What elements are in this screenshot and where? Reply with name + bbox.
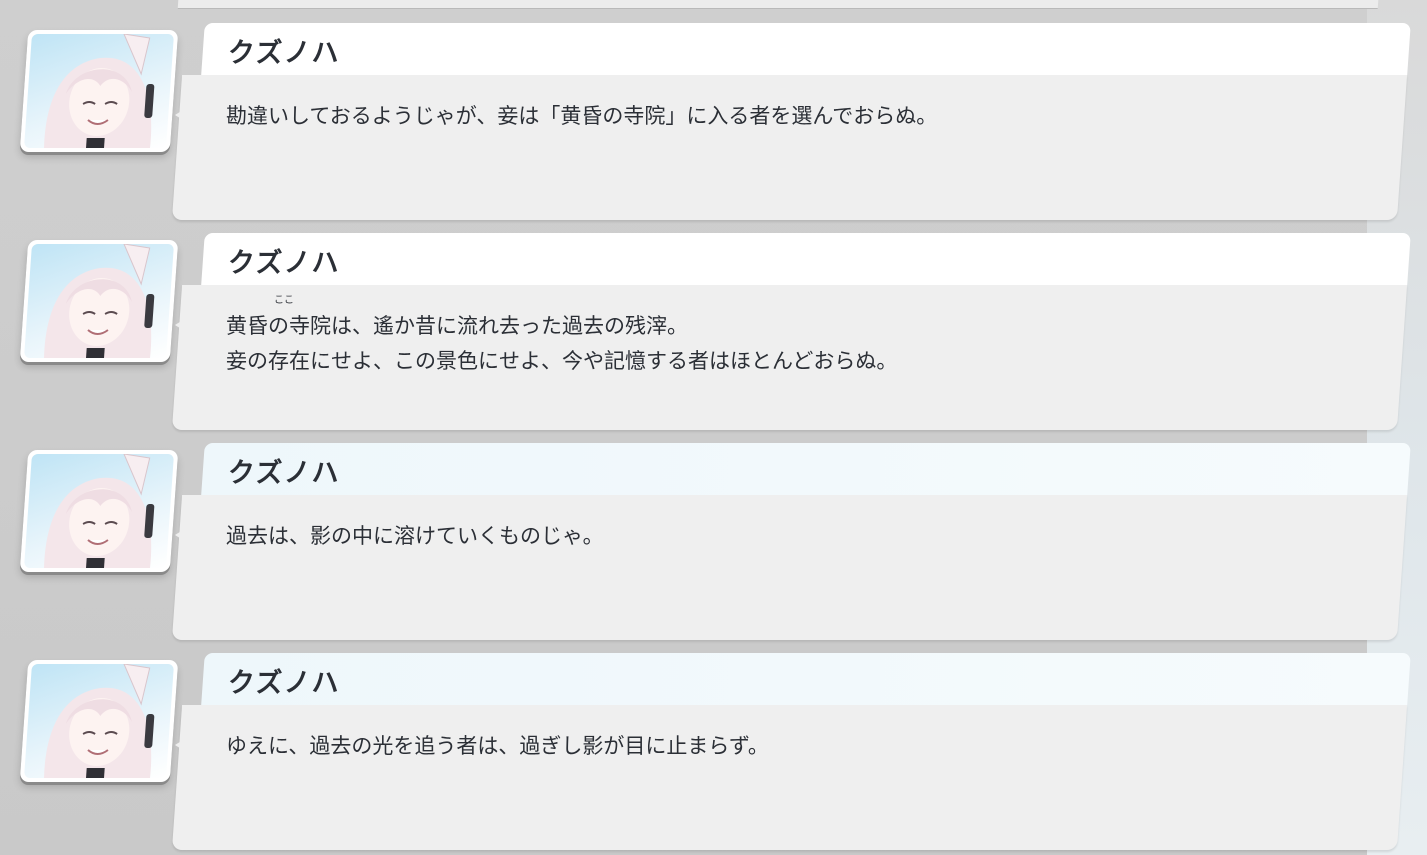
fox-girl-portrait-icon [44,664,155,778]
speaker-portrait [19,450,179,572]
log-entry[interactable]: クズノハ ここ 黄昏の寺院は、遙か昔に流れ去った過去の残滓。 妾の存在にせよ、こ… [0,233,1427,433]
previous-entry-edge [177,0,1379,9]
message-box [171,75,1408,220]
speaker-name-bar [201,233,1411,285]
message-line: 勘違いしておるようじゃが、妾は「黄昏の寺院」に入る者を選んでおらぬ。 [226,104,938,128]
speaker-name: クズノハ [228,458,340,489]
message-text: ここ 黄昏の寺院は、遙か昔に流れ去った過去の残滓。 妾の存在にせよ、この景色にせ… [226,296,898,379]
message-text: 過去は、影の中に溶けていくものじゃ。 [226,519,604,554]
message-line: 妾の存在にせよ、この景色にせよ、今や記憶する者はほとんどおらぬ。 [226,349,898,373]
speaker-portrait [19,660,179,782]
fox-girl-portrait-icon [44,244,155,358]
message-text: ゆえに、過去の光を追う者は、過ぎし影が目に止まらず。 [226,729,769,764]
message-line: ゆえに、過去の光を追う者は、過ぎし影が目に止まらず。 [226,734,769,758]
speaker-name: クズノハ [228,248,340,279]
message-line: 過去は、影の中に溶けていくものじゃ。 [226,524,604,548]
speech-tail [175,735,191,755]
speech-tail [175,525,191,545]
speaker-portrait [19,240,179,362]
fox-girl-portrait-icon [44,34,155,148]
dialogue-log[interactable]: クズノハ 勘違いしておるようじゃが、妾は「黄昏の寺院」に入る者を選んでおらぬ。 [0,0,1427,855]
message-line-text: 黄昏の寺院は、遙か昔に流れ去った過去の残滓。 [226,314,688,338]
message-box [171,705,1408,850]
fox-girl-portrait-icon [44,454,155,568]
speaker-name: クズノハ [228,668,340,699]
message-line: ここ 黄昏の寺院は、遙か昔に流れ去った過去の残滓。 [226,296,897,344]
speaker-name-bar [201,23,1411,75]
log-entry[interactable]: クズノハ 過去は、影の中に溶けていくものじゃ。 [0,443,1427,643]
speaker-name-bar [201,443,1411,495]
speech-tail [175,315,191,335]
speaker-name: クズノハ [228,38,340,69]
furigana: ここ [274,295,294,306]
speaker-name-bar [201,653,1411,705]
message-box [171,495,1408,640]
log-entry[interactable]: クズノハ 勘違いしておるようじゃが、妾は「黄昏の寺院」に入る者を選んでおらぬ。 [0,23,1427,223]
message-text: 勘違いしておるようじゃが、妾は「黄昏の寺院」に入る者を選んでおらぬ。 [226,99,937,134]
speech-tail [175,105,191,125]
log-entry[interactable]: クズノハ ゆえに、過去の光を追う者は、過ぎし影が目に止まらず。 [0,653,1427,853]
speaker-portrait [19,30,179,152]
